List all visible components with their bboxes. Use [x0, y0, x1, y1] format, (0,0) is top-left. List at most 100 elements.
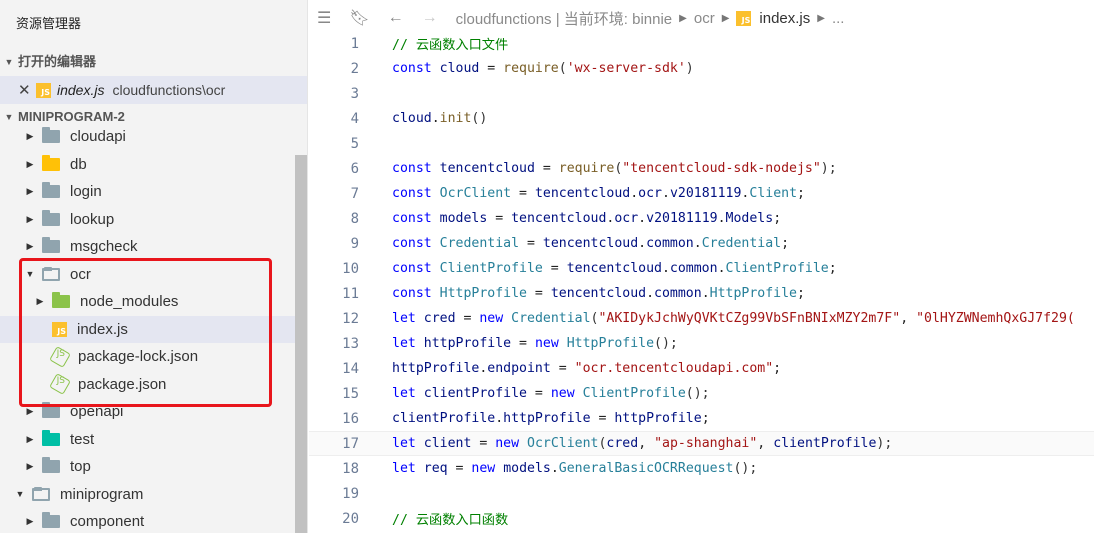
tree-item[interactable]: JS package.json	[0, 371, 307, 399]
chevron-right-icon: ▶	[26, 406, 34, 417]
code-line[interactable]: 17 let client = new OcrClient(cred, "ap-s…	[309, 431, 1094, 456]
code-line[interactable]: 20 // 云函数入口函数	[309, 506, 1094, 531]
tree-item[interactable]: ▶ top	[0, 453, 307, 481]
tree-item-label: msgcheck	[70, 238, 138, 256]
tree-item[interactable]: JS package-lock.json	[0, 343, 307, 371]
tree-item[interactable]: ▶ node_modules	[0, 288, 307, 316]
tree-item[interactable]: ▶ lookup	[0, 206, 307, 234]
line-number: 17	[342, 435, 359, 452]
list-icon[interactable]: ☰	[317, 8, 331, 28]
chevron-right-icon: ▶	[26, 241, 34, 252]
code-line[interactable]: 11 const HttpProfile = tencentcloud.commo…	[309, 281, 1094, 306]
code-line[interactable]: 14 httpProfile.endpoint = "ocr.tencentclo…	[309, 356, 1094, 381]
code-token: let	[392, 311, 424, 326]
code-token: tencentcloud	[511, 211, 607, 226]
sidebar-scrollbar[interactable]	[295, 155, 307, 533]
code-token: .	[550, 461, 559, 476]
code-token: ();	[685, 386, 710, 401]
code-token: "AKIDykJchWyQVKtCZg99VbSFnBNIxMZY2m7F"	[598, 311, 901, 326]
code-line[interactable]: 13 let httpProfile = new HttpProfile();	[309, 331, 1094, 356]
open-editors-label: 打开的编辑器	[18, 54, 97, 69]
code-line[interactable]: 8 const models = tencentcloud.ocr.v201811…	[309, 206, 1094, 231]
code-text: const tencentcloud = require("tencentclo…	[359, 161, 837, 176]
code-area[interactable]: 1// 云函数入口文件 2 const cloud = require('wx-se…	[309, 31, 1094, 531]
open-editor-item[interactable]: ✕ JS index.js cloudfunctions\ocr	[0, 76, 307, 104]
tree-item[interactable]: ▼ ocr	[0, 261, 307, 289]
chevron-down-icon: ▼	[4, 57, 14, 67]
chevron-right-icon: ▶	[721, 12, 730, 24]
open-editor-file-name: index.js	[57, 82, 105, 98]
code-token: 'wx-server-sdk'	[566, 61, 686, 76]
code-token: .	[638, 211, 647, 226]
line-number: 1	[350, 35, 359, 52]
breadcrumb-item-more[interactable]: ...	[832, 10, 845, 27]
code-token: tencentcloud	[566, 261, 662, 276]
breadcrumb-item-file[interactable]: index.js	[759, 10, 810, 27]
code-line[interactable]: 9 const Credential = tencentcloud.common.…	[309, 231, 1094, 256]
breadcrumb-item-ocr[interactable]: ocr	[694, 10, 715, 27]
line-number: 13	[342, 335, 359, 352]
code-line[interactable]: 10 const ClientProfile = tencentcloud.com…	[309, 256, 1094, 281]
code-line[interactable]: 18 let req = new models.GeneralBasicOCRRe…	[309, 456, 1094, 481]
code-token: =	[455, 311, 480, 326]
chevron-right-icon: ▶	[26, 213, 34, 224]
folder-open-icon	[42, 266, 60, 281]
tree-item[interactable]: ▶ component	[0, 508, 307, 533]
code-line[interactable]: 4 cloud.init()	[309, 106, 1094, 131]
tree-item[interactable]: JS index.js	[0, 315, 307, 343]
tree-item[interactable]: ▶ login	[0, 178, 307, 206]
code-token: // 云函数入口函数	[392, 513, 509, 528]
line-number: 19	[342, 485, 359, 502]
code-text: let cred = new Credential("AKIDykJchWyQV…	[359, 311, 1075, 326]
tree-item-label: lookup	[70, 210, 115, 228]
code-token: v20181119	[646, 211, 718, 226]
code-line[interactable]: 3	[309, 81, 1094, 106]
js-file-icon: JS	[36, 82, 51, 98]
forward-arrow-icon[interactable]: →	[422, 9, 438, 27]
tree-item[interactable]: ▶ openapi	[0, 398, 307, 426]
close-icon[interactable]: ✕	[18, 81, 36, 99]
line-number: 10	[342, 260, 359, 277]
tree-item[interactable]: ▶ db	[0, 151, 307, 179]
tree-item[interactable]: ▶ cloudapi	[0, 123, 307, 151]
code-token: cred	[606, 436, 639, 451]
line-number: 18	[342, 460, 359, 477]
folder-icon	[42, 127, 60, 144]
code-token: ();	[733, 461, 758, 476]
chevron-right-icon: ▶	[36, 296, 44, 307]
code-token: .	[630, 186, 639, 201]
code-line[interactable]: 5	[309, 131, 1094, 156]
code-token: cloud	[439, 61, 480, 76]
code-line[interactable]: 19	[309, 481, 1094, 506]
code-token: Credential	[511, 311, 591, 326]
code-token: httpProfile	[423, 336, 512, 351]
breadcrumb-item-env[interactable]: cloudfunctions | 当前环境: binnie	[456, 8, 673, 29]
code-token: const	[392, 61, 440, 76]
code-token: .	[701, 286, 710, 301]
code-line[interactable]: 2 const cloud = require('wx-server-sdk')	[309, 56, 1094, 81]
folder-icon	[42, 237, 60, 254]
code-line[interactable]: 6 const tencentcloud = require("tencentcl…	[309, 156, 1094, 181]
code-token: .	[638, 236, 647, 251]
tree-item-label: node_modules	[80, 293, 179, 311]
tree-item-label: ocr	[70, 265, 91, 283]
code-token: .	[646, 286, 655, 301]
code-token: HttpProfile	[566, 336, 655, 351]
code-token: v20181119	[669, 186, 742, 201]
tree-item[interactable]: ▼ miniprogram	[0, 481, 307, 509]
line-number: 4	[350, 110, 359, 127]
code-text: let httpProfile = new HttpProfile();	[359, 336, 678, 351]
back-arrow-icon[interactable]: ←	[388, 9, 404, 27]
code-line[interactable]: 15 let clientProfile = new ClientProfile(…	[309, 381, 1094, 406]
open-editors-section-header[interactable]: ▼ 打开的编辑器	[0, 48, 307, 76]
code-line[interactable]: 12 let cred = new Credential("AKIDykJchWy…	[309, 306, 1094, 331]
chevron-right-icon: ▶	[26, 516, 34, 527]
line-number: 8	[350, 210, 359, 227]
bookmark-icon[interactable]: 🔖︎	[349, 8, 369, 28]
tree-item[interactable]: ▶ test	[0, 426, 307, 454]
code-token: ,	[638, 436, 655, 451]
code-line[interactable]: 1 // 云函数入口文件	[309, 31, 1094, 56]
code-line[interactable]: 7 const OcrClient = tencentcloud.ocr.v201…	[309, 181, 1094, 206]
tree-item[interactable]: ▶ msgcheck	[0, 233, 307, 261]
code-line[interactable]: 16 clientProfile.httpProfile = httpProfil…	[309, 406, 1094, 431]
